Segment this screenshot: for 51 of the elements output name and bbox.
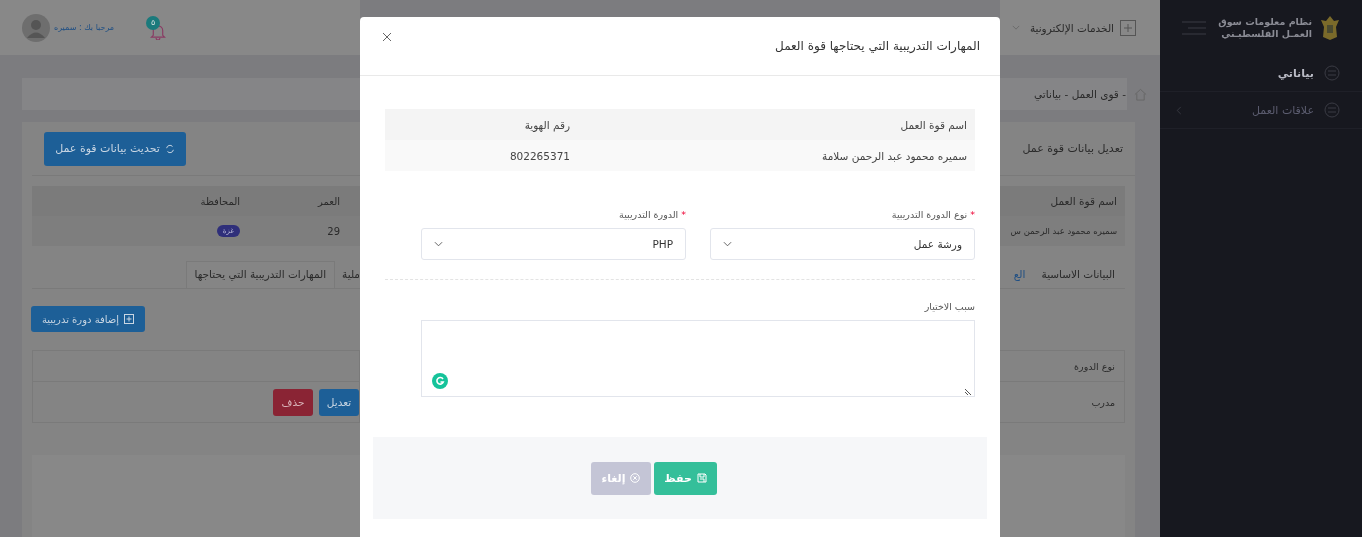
app-title: العمـل الفلسطيـني (1221, 27, 1312, 40)
modal-title: المهارات التدريبية التي يحتاجها قوة العمل (775, 39, 980, 53)
chevron-down-icon (1011, 25, 1020, 30)
refresh-icon (164, 143, 175, 154)
avatar-icon[interactable] (22, 13, 50, 42)
select-field[interactable]: PHP (421, 228, 686, 260)
tab[interactable]: ملية (342, 261, 360, 288)
required-mark: * (681, 209, 686, 220)
tab[interactable]: الع (1013, 261, 1026, 288)
plus-square-icon (1120, 19, 1136, 36)
table-cell-text: 802265371 (508, 149, 570, 162)
column-header: نوع الدورة (1074, 360, 1115, 372)
sidebar-item[interactable]: علاقات العمل (1160, 92, 1362, 129)
sidebar-item[interactable]: بياناتي (1160, 55, 1362, 92)
table-cell: سميره محمود عبد الرحمن س (1010, 226, 1117, 236)
tab[interactable]: البيانات الاساسية (1041, 261, 1115, 288)
close-circle-icon (630, 473, 641, 483)
app-title: نظام معلومات سوق (1218, 15, 1312, 28)
column-header: اسم قوة العمل (1050, 195, 1117, 207)
breadcrumb-text: - قوى العمل - بياناتي (1034, 88, 1126, 100)
delete-button[interactable]: حذف (273, 388, 313, 416)
menu-item-icon (1324, 65, 1340, 81)
close-icon[interactable] (382, 32, 392, 42)
column-header: رقم الهوية (523, 118, 570, 131)
services-menu[interactable]: الخدمات الإلكترونية (1029, 21, 1114, 34)
chevron-down-icon (723, 241, 732, 247)
select-field[interactable]: ورشة عمل (710, 228, 975, 260)
grammar-check-icon[interactable] (432, 373, 448, 389)
table-cell-text: 29 (326, 225, 341, 237)
menu-item-icon (1324, 102, 1340, 118)
field-label: نوع الدورة التدريبية (891, 209, 968, 220)
column-header: المحافظة (199, 195, 240, 207)
column-header: اسم قوة العمل (899, 118, 968, 131)
required-mark: * (970, 209, 975, 220)
edit-button[interactable]: تعديل (319, 388, 359, 416)
field-label: الدورة التدريبية (619, 209, 679, 220)
save-button[interactable]: حفظ (654, 461, 717, 495)
chevron-down-icon (434, 241, 443, 247)
notification-badge: ٥ (146, 15, 161, 30)
emblem-icon (1320, 14, 1340, 41)
plus-square-icon (124, 314, 135, 324)
add-course-button[interactable]: إضافة دورة تدريبية (31, 306, 145, 332)
tab[interactable]: المهارات التدريبية التي يحتاجها (185, 261, 336, 288)
refresh-button[interactable]: تحديث بيانات قوة عمل (44, 131, 186, 166)
table-cell-text: سميره محمود عبد الرحمن سلامة (821, 149, 968, 162)
table-cell: مدرب (1091, 396, 1115, 408)
field-label: سبب الاختيار (924, 301, 975, 312)
column-header: العمر (316, 195, 341, 207)
greeting-text: مرحبا بك : سميره (54, 23, 115, 32)
card-title: تعديل بيانات قوة عمل (1022, 142, 1123, 155)
resize-handle-icon[interactable] (965, 387, 973, 395)
